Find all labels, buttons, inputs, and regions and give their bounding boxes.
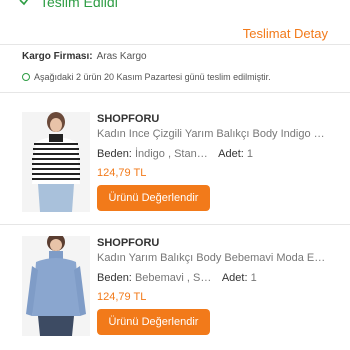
product-item: SHOPFORU Kadın Ince Çizgili Yarım Balıkç… — [0, 112, 350, 222]
quantity-label: Adet: — [221, 272, 248, 284]
product-brand: SHOPFORU — [97, 113, 160, 125]
quantity-value: 1 — [250, 272, 257, 284]
product-attributes: Beden: İndigo , Stan… Adet: 1 — [97, 147, 253, 161]
size-value: Bebemavi , S… — [134, 272, 212, 284]
delivery-detail-link[interactable]: Teslimat Detay — [243, 26, 328, 42]
product-attributes: Beden: Bebemavi , S… Adet: 1 — [97, 271, 257, 285]
delivery-status-text: Teslim Edildi — [40, 0, 118, 10]
size-label: Beden: — [97, 148, 132, 160]
product-price: 124,79 TL — [97, 291, 147, 303]
product-item: SHOPFORU Kadın Yarım Balıkçı Body Bebema… — [0, 236, 350, 346]
size-value: İndigo , Stan… — [134, 148, 208, 160]
delivery-info: Aşağıdaki 2 ürün 20 Kasım Pazartesi günü… — [22, 71, 271, 83]
divider — [0, 92, 350, 93]
cargo-company: Kargo Firması: Aras Kargo — [22, 51, 147, 63]
review-product-button[interactable]: Ürünü Değerlendir — [97, 185, 210, 211]
product-title[interactable]: Kadın Yarım Balıkçı Body Bebemavi Moda E… — [97, 251, 329, 265]
size-label: Beden: — [97, 272, 132, 284]
product-title[interactable]: Kadın Ince Çizgili Yarım Balıkçı Body In… — [97, 127, 329, 141]
quantity-label: Adet: — [218, 148, 244, 160]
info-icon — [22, 73, 30, 81]
product-image[interactable] — [22, 236, 90, 336]
product-price: 124,79 TL — [97, 167, 147, 179]
check-icon — [19, 0, 29, 6]
quantity-value: 1 — [246, 148, 254, 160]
product-image[interactable] — [22, 112, 90, 212]
product-brand: SHOPFORU — [97, 237, 160, 249]
cargo-label: Kargo Firması: — [22, 51, 93, 62]
cargo-value: Aras Kargo — [96, 51, 147, 62]
delivery-info-text: Aşağıdaki 2 ürün 20 Kasım Pazartesi günü… — [34, 72, 271, 82]
review-product-button[interactable]: Ürünü Değerlendir — [97, 309, 210, 335]
delivery-status: Teslim Edildi — [0, 0, 350, 16]
divider — [0, 44, 350, 45]
divider — [0, 224, 350, 225]
